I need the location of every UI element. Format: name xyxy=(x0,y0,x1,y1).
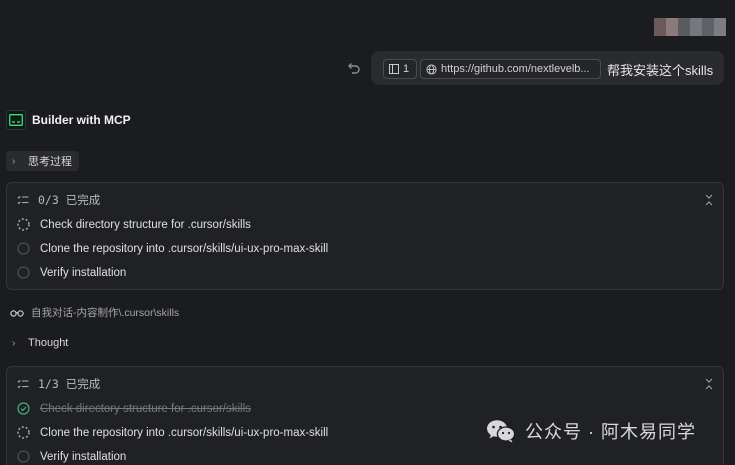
todo-item: Verify installation xyxy=(17,266,126,279)
revert-icon[interactable] xyxy=(344,59,362,77)
glasses-icon xyxy=(10,309,24,317)
todo-item: Clone the repository into .cursor/skills… xyxy=(17,426,328,439)
wechat-icon xyxy=(487,420,516,443)
checklist-icon xyxy=(17,379,29,388)
agent-terminal-icon xyxy=(6,110,26,130)
thinking-toggle[interactable]: › 思考过程 xyxy=(6,151,79,171)
panel-icon xyxy=(389,64,399,74)
workspace-path: 自我对话-内容制作\.cursor\skills xyxy=(31,307,180,319)
in-progress-icon xyxy=(17,426,30,439)
chat-panel: 1 https://github.com/nextlevelb... 帮我安装这… xyxy=(0,0,735,465)
url-chip[interactable]: https://github.com/nextlevelb... xyxy=(420,59,601,79)
chevron-right-icon: › xyxy=(12,337,16,349)
todo-card: 1/3 已完成 Check directory structure for .c… xyxy=(6,366,724,465)
todo-progress: 1/3 已完成 xyxy=(38,377,101,391)
thinking-label: 思考过程 xyxy=(28,156,72,168)
checklist-icon xyxy=(17,195,29,204)
url-chip-label: https://github.com/nextlevelb... xyxy=(441,63,590,75)
todo-progress: 0/3 已完成 xyxy=(38,193,101,207)
user-avatar xyxy=(654,18,726,36)
in-progress-icon xyxy=(17,218,30,231)
todo-card: 0/3 已完成 Check directory structure for .c… xyxy=(6,182,724,290)
user-message-text: 帮我安装这个skills xyxy=(607,63,714,78)
todo-item: Clone the repository into .cursor/skills… xyxy=(17,242,328,255)
check-circle-icon xyxy=(17,402,30,415)
todo-item: Check directory structure for .cursor/sk… xyxy=(17,402,251,415)
todo-item: Check directory structure for .cursor/sk… xyxy=(17,218,251,231)
collapse-icon[interactable] xyxy=(703,377,715,391)
watermark-text: 公众号 · 阿木易同学 xyxy=(525,422,696,442)
pending-icon xyxy=(17,242,30,255)
todo-card-header: 0/3 已完成 xyxy=(17,192,100,208)
user-message-bubble[interactable]: 1 https://github.com/nextlevelb... 帮我安装这… xyxy=(371,51,724,85)
workspace-row: 自我对话-内容制作\.cursor\skills xyxy=(10,305,179,320)
chevron-right-icon: › xyxy=(12,155,16,167)
pending-icon xyxy=(17,266,30,279)
todo-card-header: 1/3 已完成 xyxy=(17,376,100,392)
thought-toggle[interactable]: › Thought xyxy=(12,337,68,349)
pending-icon xyxy=(17,450,30,463)
watermark: 公众号 · 阿木易同学 xyxy=(486,418,696,444)
collapse-icon[interactable] xyxy=(703,193,715,207)
agent-name: Builder with MCP xyxy=(32,113,131,127)
context-count: 1 xyxy=(403,63,410,75)
globe-icon xyxy=(426,63,437,75)
thought-label: Thought xyxy=(28,337,69,349)
todo-item: Verify installation xyxy=(17,450,126,463)
context-chip[interactable]: 1 xyxy=(383,59,417,79)
